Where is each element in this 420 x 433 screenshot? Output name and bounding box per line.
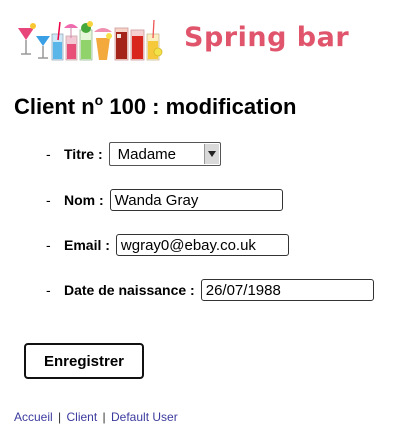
list-bullet: -: [46, 146, 51, 162]
titre-select[interactable]: Madame: [108, 142, 221, 166]
footer-separator: |: [58, 410, 62, 424]
titre-label: Titre :: [64, 146, 103, 162]
email-row: - Email : wgray0@ebay.co.uk: [46, 232, 289, 258]
footer-link-default-user[interactable]: Default User: [111, 410, 178, 424]
dob-label: Date de naissance :: [64, 282, 195, 298]
dob-row: - Date de naissance : 26/07/1988: [46, 277, 374, 303]
list-bullet: -: [46, 192, 51, 208]
dob-field[interactable]: 26/07/1988: [200, 279, 374, 301]
nom-row: - Nom : Wanda Gray: [46, 187, 283, 213]
nom-field[interactable]: Wanda Gray: [109, 189, 283, 211]
footer-link-accueil[interactable]: Accueil: [14, 410, 53, 424]
enregistrer-button[interactable]: Enregistrer: [24, 343, 144, 379]
email-label: Email :: [64, 237, 110, 253]
client-form: - Titre : Madame - Nom : Wanda Gray - Em…: [0, 0, 420, 320]
nom-label: Nom :: [64, 192, 104, 208]
footer-link-client[interactable]: Client: [67, 410, 98, 424]
footer-nav: Accueil | Client | Default User: [14, 410, 178, 424]
list-bullet: -: [46, 282, 51, 298]
list-bullet: -: [46, 237, 51, 253]
footer-separator: |: [102, 410, 106, 424]
chevron-down-icon[interactable]: [203, 144, 219, 164]
email-field[interactable]: wgray0@ebay.co.uk: [115, 234, 289, 256]
titre-row: - Titre : Madame: [46, 141, 221, 167]
titre-select-value: Madame: [117, 145, 176, 163]
